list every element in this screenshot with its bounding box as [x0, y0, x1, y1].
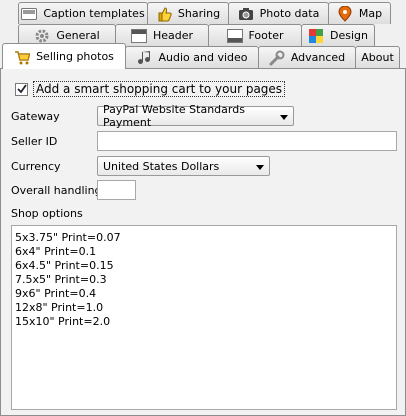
tab-row-bottom: Selling photos Audio and video Advanced … [0, 43, 406, 69]
gateway-label: Gateway [11, 110, 60, 123]
shop-option-line: 6x4.5" Print=0.15 [15, 259, 114, 272]
tab-about[interactable]: About [355, 46, 400, 68]
checkmark-icon [16, 84, 27, 94]
tab-label: Design [330, 29, 368, 42]
gateway-select[interactable]: PayPal Website Standards Payment [97, 103, 294, 129]
tab-audio-and-video[interactable]: Audio and video [125, 46, 259, 68]
handling-input[interactable] [97, 180, 136, 200]
tab-label: General [56, 29, 100, 42]
seller-id-label: Seller ID [11, 135, 58, 148]
footer-icon [226, 28, 243, 44]
tab-map[interactable]: Map [328, 2, 391, 24]
currency-value: United States Dollars [103, 159, 220, 173]
handling-label: Overall handling [11, 184, 102, 197]
tab-label: Photo data [259, 7, 320, 20]
thumbs-up-icon [156, 6, 172, 22]
shop-option-line: 6x4" Print=0.1 [15, 245, 97, 258]
shop-option-line: 7.5x5" Print=0.3 [15, 273, 107, 286]
header-icon [130, 28, 147, 44]
smart-cart-label: Add a smart shopping cart to your pages [33, 81, 286, 97]
chevron-down-icon [280, 115, 288, 120]
tab-design[interactable]: Design [301, 24, 375, 46]
tab-label: Map [358, 7, 383, 20]
tab-label: Advanced [290, 51, 346, 64]
shop-options-textarea[interactable]: 5x3.75" Print=0.07 6x4" Print=0.1 6x4.5"… [11, 225, 397, 410]
tab-label: Footer [248, 29, 284, 42]
currency-label: Currency [11, 160, 61, 173]
tab-footer[interactable]: Footer [208, 24, 302, 46]
gear-icon [34, 28, 50, 44]
chevron-down-icon [256, 165, 264, 170]
map-pin-icon [337, 5, 353, 22]
smart-cart-option[interactable]: Add a smart shopping cart to your pages [15, 81, 286, 97]
shop-option-line: 9x6" Print=0.4 [15, 287, 97, 300]
tab-selling-photos[interactable]: Selling photos [2, 43, 126, 69]
seller-id-input[interactable] [97, 131, 397, 151]
shopping-cart-icon [14, 49, 31, 65]
music-note-icon [137, 50, 153, 66]
tab-label: Audio and video [158, 51, 248, 64]
shop-option-line: 15x10" Print=2.0 [15, 315, 111, 328]
shop-options-label: Shop options [11, 207, 83, 220]
tab-header[interactable]: Header [115, 24, 209, 46]
tab-label: Selling photos [36, 50, 114, 63]
gateway-value: PayPal Website Standards Payment [103, 103, 245, 129]
tab-photo-data[interactable]: Photo data [228, 2, 329, 24]
caption-templates-icon [21, 6, 38, 22]
tab-label: Sharing [177, 7, 221, 20]
shop-option-line: 12x8" Print=1.0 [15, 301, 104, 314]
tab-sharing[interactable]: Sharing [147, 2, 229, 24]
tab-label: About [361, 51, 394, 64]
shop-option-line: 5x3.75" Print=0.07 [15, 231, 121, 244]
tab-label: Header [152, 29, 194, 42]
tab-label: Caption templates [43, 7, 145, 20]
tab-caption-templates[interactable]: Caption templates [18, 2, 148, 24]
camera-icon [238, 6, 254, 22]
selling-photos-panel: Add a smart shopping cart to your pages … [0, 68, 406, 416]
tab-advanced[interactable]: Advanced [258, 46, 356, 68]
tab-row-top: Caption templates Sharing Photo data Map [0, 2, 406, 24]
currency-select[interactable]: United States Dollars [97, 156, 270, 176]
wrench-icon [269, 50, 285, 66]
smart-cart-checkbox[interactable] [15, 82, 28, 96]
palette-icon [308, 28, 324, 44]
